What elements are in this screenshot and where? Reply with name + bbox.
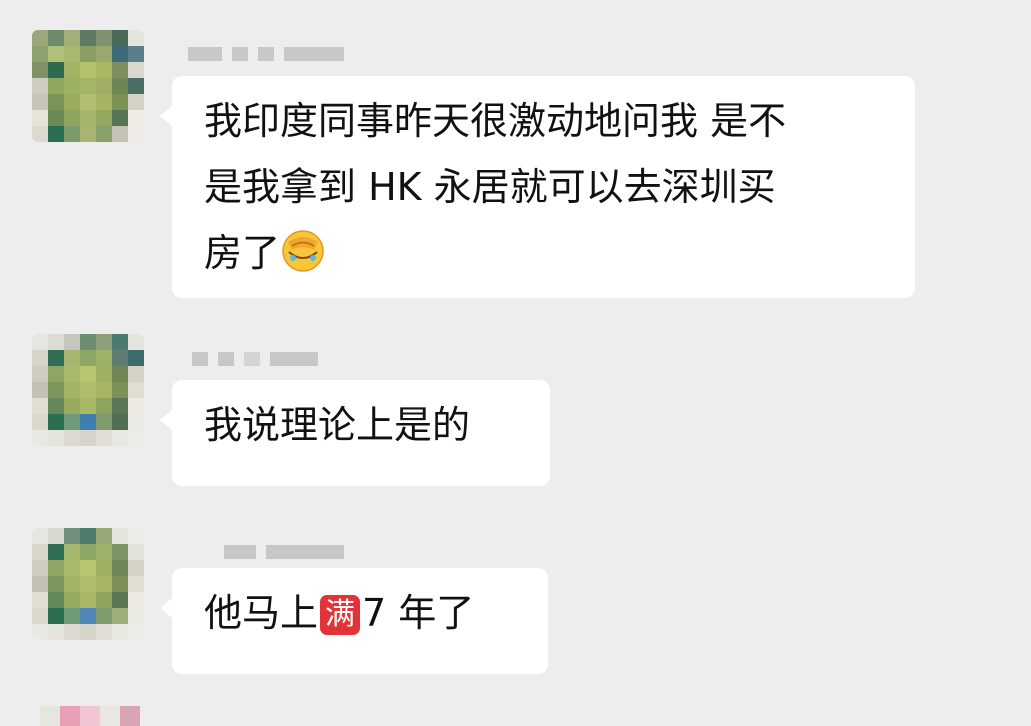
- sender-name-redacted: [188, 46, 344, 62]
- message-text: 7 年了: [362, 591, 475, 635]
- sender-name-redacted: [224, 544, 344, 560]
- message-bubble[interactable]: 我说理论上是的: [160, 380, 550, 486]
- message-text: 我印度同事昨天很激动地问我 是不: [204, 99, 787, 143]
- sender-name-redacted: [192, 351, 318, 367]
- man-badge-icon: 满: [320, 595, 361, 635]
- avatar[interactable]: [32, 30, 144, 142]
- avatar[interactable]: [32, 528, 144, 640]
- face-with-hand-over-face-icon: [280, 228, 326, 274]
- avatar[interactable]: [32, 334, 144, 446]
- message-text: 房了: [204, 231, 281, 275]
- message-text: 他马上: [204, 591, 319, 635]
- avatar[interactable]: [40, 706, 140, 726]
- message-text: 是我拿到 HK 永居就可以去深圳买: [204, 165, 776, 209]
- message-bubble[interactable]: 他马上满 7 年了: [160, 568, 548, 674]
- message-text: 我说理论上是的: [204, 403, 471, 447]
- message-bubble[interactable]: 我印度同事昨天很激动地问我 是不 是我拿到 HK 永居就可以去深圳买 房了: [160, 76, 915, 298]
